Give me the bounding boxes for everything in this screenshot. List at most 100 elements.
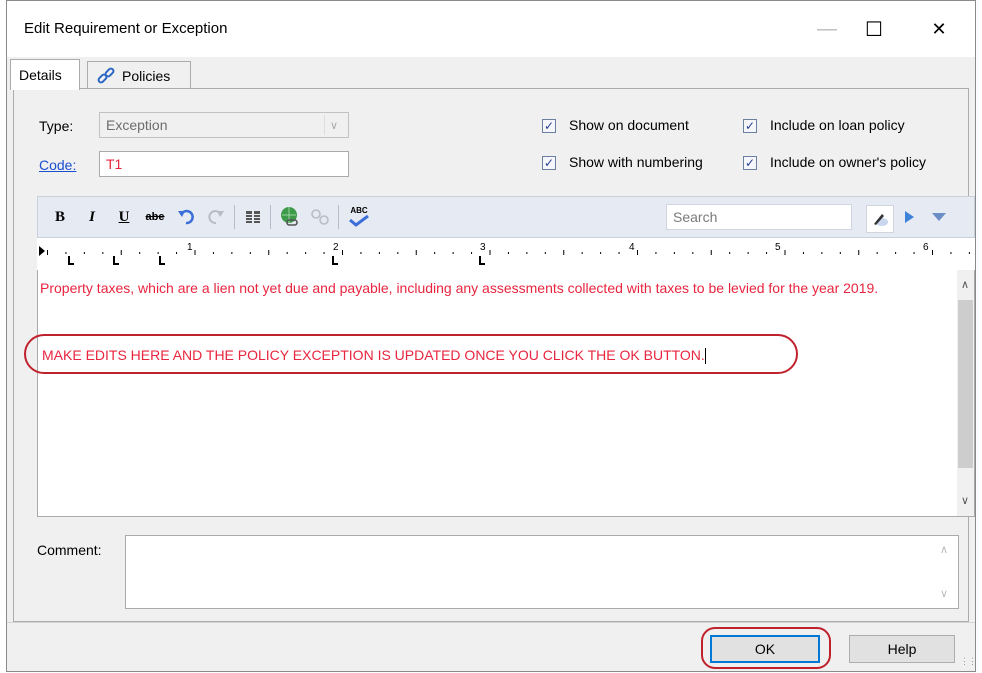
tab-policies-label: Policies xyxy=(122,67,171,84)
bold-button[interactable]: B xyxy=(52,206,68,228)
comment-scroll-up-icon[interactable]: ∧ xyxy=(940,543,948,556)
underline-button[interactable]: U xyxy=(116,206,132,228)
include-on-owners-policy-checkbox[interactable]: ✓ xyxy=(743,156,757,170)
ruler-tick xyxy=(471,252,473,254)
ruler-tick xyxy=(434,252,436,254)
play-arrow-icon xyxy=(905,211,914,223)
toolbar-divider xyxy=(270,205,271,229)
ruler-tick xyxy=(950,252,952,254)
code-input[interactable]: T1 xyxy=(99,151,349,177)
redo-button[interactable] xyxy=(205,206,227,228)
window-title: Edit Requirement or Exception xyxy=(24,20,228,37)
ruler-tick xyxy=(194,250,196,255)
ruler-tick xyxy=(305,252,307,254)
tab-stop-marker[interactable] xyxy=(113,256,119,265)
tab-stop-marker[interactable] xyxy=(332,256,338,265)
paragraph-property-taxes: Property taxes, which are a lien not yet… xyxy=(40,280,879,296)
spell-check-label: ABC xyxy=(350,206,368,215)
indent-marker[interactable] xyxy=(39,246,45,256)
scroll-up-icon[interactable]: ∧ xyxy=(961,278,969,291)
columns-icon xyxy=(246,211,260,223)
show-with-numbering-checkbox[interactable]: ✓ xyxy=(542,156,556,170)
ok-highlight-outline xyxy=(701,627,831,669)
ruler-tick xyxy=(342,250,343,255)
title-bar: Edit Requirement or Exception — ☐ ✕ xyxy=(7,1,975,57)
ruler-tick xyxy=(655,252,657,254)
ruler-tick xyxy=(637,250,638,255)
ruler-tick xyxy=(397,252,399,254)
ruler-tick xyxy=(47,250,48,255)
tab-stop-marker[interactable] xyxy=(479,256,485,265)
tab-details[interactable]: Details xyxy=(10,59,80,90)
columns-button[interactable] xyxy=(242,206,264,228)
ruler-tick xyxy=(692,252,694,254)
requirement-text-editor[interactable]: Property taxes, which are a lien not yet… xyxy=(24,270,975,517)
search-go-button[interactable] xyxy=(866,205,894,233)
type-select-value: Exception xyxy=(106,117,168,133)
ruler-tick xyxy=(858,250,860,255)
ruler: 1 2 3 4 5 6 xyxy=(37,238,975,270)
ruler-tick xyxy=(766,252,768,254)
include-on-owners-policy-label: Include on owner's policy xyxy=(770,154,926,170)
next-arrow-button[interactable] xyxy=(900,206,918,228)
ruler-tick xyxy=(268,250,270,255)
show-on-document-checkbox[interactable]: ✓ xyxy=(542,119,556,133)
ruler-tick xyxy=(784,250,786,255)
tab-policies[interactable]: Policies xyxy=(87,61,191,89)
link-chain-icon xyxy=(96,66,116,86)
toolbar-divider xyxy=(338,205,339,229)
ruler-tick xyxy=(212,252,214,254)
highlight-ellipse xyxy=(24,334,798,374)
ruler-tick xyxy=(378,252,380,254)
scroll-down-icon[interactable]: ∨ xyxy=(961,494,969,507)
include-on-loan-policy-checkbox[interactable]: ✓ xyxy=(743,119,757,133)
ruler-tick xyxy=(581,252,583,254)
ruler-tick xyxy=(710,250,712,255)
ruler-tick xyxy=(323,252,325,254)
ruler-tick xyxy=(747,252,749,254)
resize-grip-icon[interactable]: ⋮⋮ xyxy=(960,656,977,667)
comment-textarea[interactable] xyxy=(125,535,959,609)
undo-icon xyxy=(178,209,194,225)
tab-stop-marker[interactable] xyxy=(68,256,74,265)
code-link[interactable]: Code: xyxy=(39,157,76,173)
ruler-tick xyxy=(729,252,731,254)
ruler-tick xyxy=(120,250,122,255)
remove-hyperlink-button[interactable] xyxy=(308,206,332,228)
ruler-tick xyxy=(507,252,509,254)
editor-scrollbar[interactable]: ∧ ∨ xyxy=(957,270,974,516)
undo-button[interactable] xyxy=(175,206,197,228)
tab-details-label: Details xyxy=(19,67,62,83)
ruler-tick xyxy=(249,252,251,254)
unlink-icon xyxy=(311,209,329,225)
ruler-tick xyxy=(968,252,970,254)
minimize-button[interactable]: — xyxy=(803,11,851,47)
show-with-numbering-label: Show with numbering xyxy=(569,154,703,170)
spell-check-button[interactable]: ABC xyxy=(344,206,374,228)
ruler-tick xyxy=(102,252,104,254)
maximize-button[interactable]: ☐ xyxy=(850,11,898,47)
tab-stop-marker[interactable] xyxy=(159,256,165,265)
comment-label: Comment: xyxy=(37,542,102,558)
show-on-document-label: Show on document xyxy=(569,117,689,133)
close-button[interactable]: ✕ xyxy=(915,11,963,47)
strikethrough-button[interactable]: abe xyxy=(142,206,168,228)
ruler-tick xyxy=(360,252,362,254)
ruler-number: 5 xyxy=(775,242,781,253)
toolbar-menu-button[interactable] xyxy=(928,206,950,228)
ruler-tick xyxy=(139,252,141,254)
search-brush-icon xyxy=(874,214,888,226)
search-input[interactable]: Search xyxy=(666,204,852,230)
insert-hyperlink-button[interactable] xyxy=(278,206,302,228)
ruler-number: 6 xyxy=(923,242,929,253)
dialog-window: Edit Requirement or Exception — ☐ ✕ Deta… xyxy=(6,0,977,672)
ruler-tick xyxy=(231,252,233,254)
comment-scroll-down-icon[interactable]: ∨ xyxy=(940,587,948,600)
ruler-tick xyxy=(176,252,178,254)
help-button[interactable]: Help xyxy=(849,635,955,663)
scrollbar-thumb[interactable] xyxy=(958,300,973,468)
italic-button[interactable]: I xyxy=(84,206,100,228)
ruler-tick xyxy=(452,252,454,254)
type-select[interactable]: Exception ∨ xyxy=(99,112,349,138)
ruler-tick xyxy=(802,252,804,254)
